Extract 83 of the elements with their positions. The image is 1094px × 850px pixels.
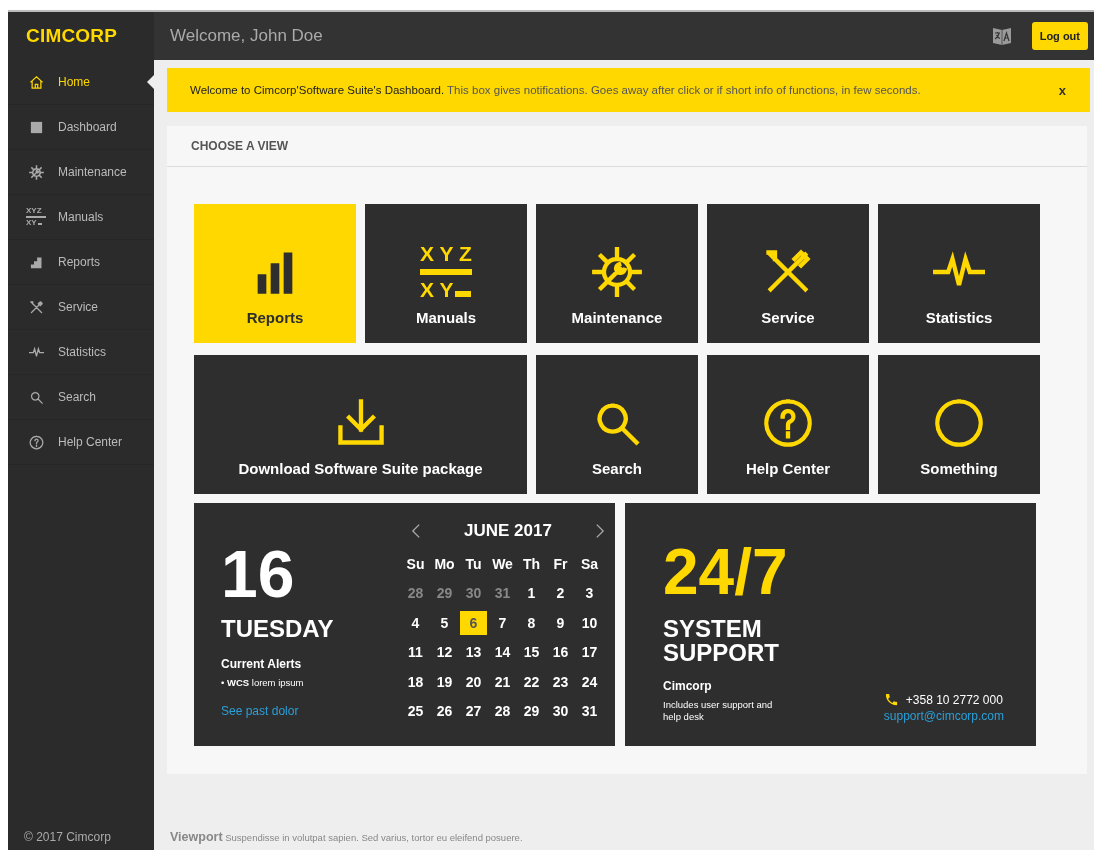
weekday-label: We [491,554,514,574]
calendar-day[interactable]: 4 [402,611,429,635]
calendar-day[interactable]: 21 [489,670,516,694]
tools-icon [28,299,44,315]
view-tile[interactable]: Service [707,204,869,343]
previous-icon[interactable] [411,523,421,539]
copyright-text: © 2017 Cimcorp [23,830,112,846]
calendar-day[interactable]: 29 [518,699,545,723]
weekday-text: TUESDAY [221,615,335,643]
calendar-day[interactable]: 3 [576,581,603,605]
calendar-day[interactable]: 29 [431,581,458,605]
calendar-day[interactable]: 10 [576,611,603,635]
calendar-day[interactable]: 6 [460,611,487,635]
calendar-day[interactable]: 30 [460,581,487,605]
company-name: Cimcorp [663,679,713,693]
view-tile[interactable]: Something [878,355,1040,494]
calendar-day[interactable]: 13 [460,640,487,664]
calendar-day[interactable]: 24 [576,670,603,694]
weekday-label: Tu [464,554,483,574]
calendar-day[interactable]: 18 [402,670,429,694]
weekday-label: Su [405,554,426,574]
calendar-day[interactable]: 9 [547,611,574,635]
help-icon [762,397,814,449]
calendar-day[interactable]: 16 [547,640,574,664]
panel-title: CHOOSE A VIEW [191,139,289,153]
calendar-day[interactable]: 28 [402,581,429,605]
view-tile[interactable]: X Y Z X Y Manuals [365,204,527,343]
calendar-day[interactable]: 20 [460,670,487,694]
calendar-day[interactable]: 27 [460,699,487,723]
calendar-day[interactable]: 2 [547,581,574,605]
weekday-label: Th [521,554,542,574]
phone-icon [883,692,899,707]
view-tile[interactable]: Help Center [707,355,869,494]
weekday-label: Sa [579,554,600,574]
next-icon[interactable] [595,523,605,539]
logo: CIMCORP [26,25,118,47]
view-tile[interactable]: Reports [194,204,356,343]
calendar-day[interactable]: 26 [431,699,458,723]
calendar-day[interactable]: 15 [518,640,545,664]
calendar-day[interactable]: 22 [518,670,545,694]
view-tile[interactable]: Statistics [878,204,1040,343]
calendar-day[interactable]: 12 [431,640,458,664]
calendar-day[interactable]: 8 [518,611,545,635]
support-description: Includes user support and help desk [663,699,773,723]
calendar-day[interactable]: 31 [489,581,516,605]
past-alerts-link[interactable]: See past dolor [221,704,381,718]
calendar-day[interactable]: 14 [489,640,516,664]
home-icon [28,74,44,90]
calendar-day[interactable]: 23 [547,670,574,694]
support-title: SYSTEM SUPPORT [663,617,780,665]
calendar-day[interactable]: 7 [489,611,516,635]
calendar-day[interactable]: 25 [402,699,429,723]
calendar-day[interactable]: 5 [431,611,458,635]
welcome-text: Welcome, John Doe [170,26,324,46]
email-link[interactable]: support@cimcorp.com [883,709,1004,723]
close-button[interactable]: x [1054,80,1070,100]
alert-item: • WCS lorem ipsum [221,677,305,688]
support-hours: 24/7 [663,540,789,604]
gear-icon [28,164,44,180]
search-icon [28,389,44,405]
help-icon [28,434,44,450]
logout-button[interactable]: Log out [1031,22,1088,50]
weekday-label: Fr [552,554,569,574]
weekday-label: Mo [433,554,456,574]
view-tile[interactable]: Search [536,355,698,494]
calendar-day[interactable]: 30 [547,699,574,723]
calendar-day[interactable]: 1 [518,581,545,605]
calendar-day[interactable]: 28 [489,699,516,723]
view-tile[interactable]: Download Software Suite package [194,355,527,494]
gear-icon [591,246,643,298]
square-icon [28,119,44,135]
footer-text: Viewport Suspendisse in volutpat sapien. Sed varius, tortor eu eleifend posuere. [170,832,523,843]
notification-banner[interactable]: Welcome to Cimcorp'Software Suite's Dashboard. This box gives notifications. Goes away after click or if short info of functions, in few seconds. x [167,68,1090,112]
calendar-day[interactable]: 17 [576,640,603,664]
calendar-day[interactable]: 19 [431,670,458,694]
month-title: JUNE 2017 [464,521,552,541]
calendar-day[interactable]: 31 [576,699,603,723]
day-number: 16 [221,541,296,607]
alerts-heading: Current Alerts [221,657,303,671]
notification-text: Welcome to Cimcorp'Software Suite's Dashboard. This box gives notifications. Goes away after click or if short info of functions, in few seconds. [190,84,922,96]
calendar-day[interactable]: 11 [402,640,429,664]
phone-number: +358 10 2772 000 [905,692,1003,707]
view-tile[interactable]: Maintenance [536,204,698,343]
